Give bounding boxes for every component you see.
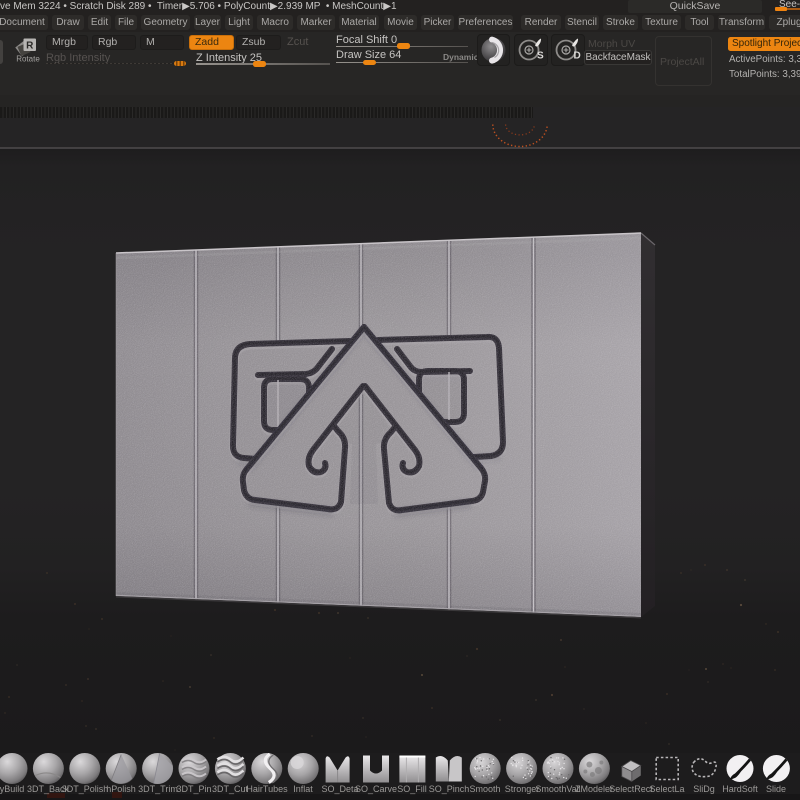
svg-text:R: R	[26, 40, 34, 51]
svg-text:D: D	[574, 51, 581, 62]
svg-text:Rotate: Rotate	[16, 55, 40, 64]
svg-text:S: S	[537, 51, 544, 62]
